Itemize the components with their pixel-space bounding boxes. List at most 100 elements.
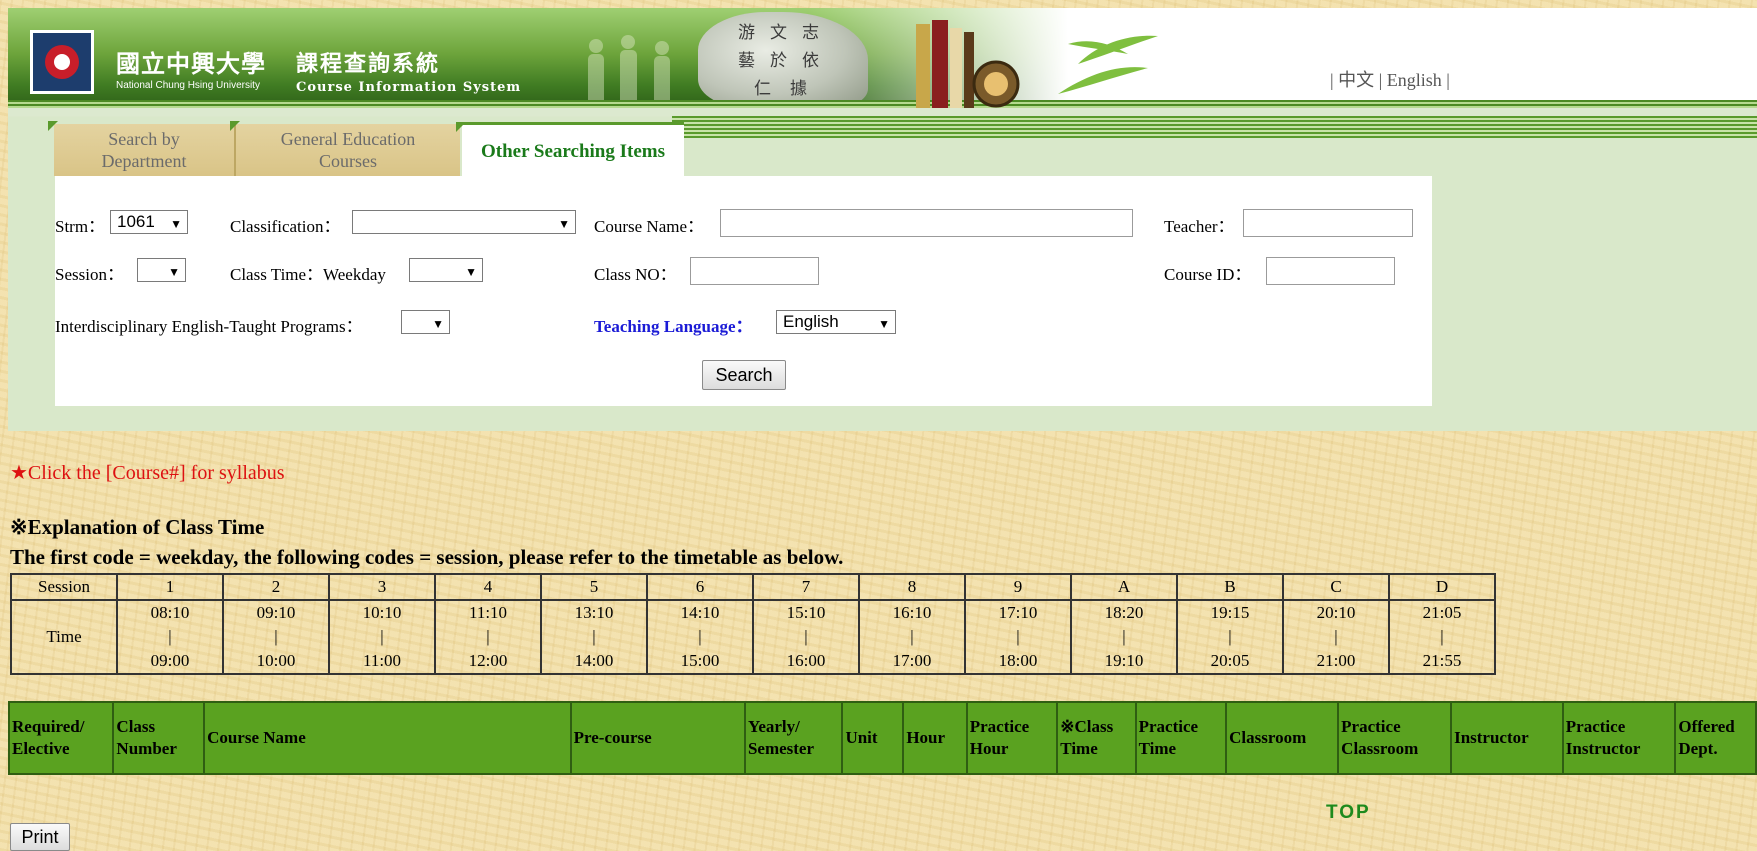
results-column-header: Classroom [1225, 701, 1340, 775]
school-name-en: National Chung Hsing University [116, 80, 260, 91]
timetable-time-row: Time 08:10 | 09:00 09:10 | 10:00 10:10 | 11:00 11… [10, 599, 1496, 675]
course-name-input[interactable] [720, 209, 1133, 237]
session-code-cell: 1 [116, 573, 224, 601]
teacher-label: Teacher： [1164, 217, 1235, 236]
session-header: Session [10, 573, 118, 601]
lang-english-link[interactable]: English [1387, 70, 1442, 90]
session-code-cell: 8 [858, 573, 966, 601]
column-header-line: ※Class [1060, 717, 1114, 736]
session-time-cell: 14:10 | 15:00 [646, 599, 754, 675]
time-end: 15:00 [680, 651, 720, 670]
lang-separator: | [1330, 70, 1334, 90]
time-start: 09:10 [256, 603, 296, 622]
students-silhouette-icon [588, 35, 670, 108]
strm-select[interactable]: 1061 [110, 210, 188, 234]
lang-separator: | [1378, 70, 1383, 90]
results-column-header: Unit [841, 701, 905, 775]
results-column-header: Practice Instructor [1561, 701, 1677, 775]
time-start: 21:05 [1422, 603, 1462, 622]
time-end: 20:05 [1210, 651, 1250, 670]
lang-chinese-link[interactable]: 中文 [1338, 70, 1374, 90]
session-code-cell: D [1388, 573, 1496, 601]
course-results-table: Required/Elective Class Number Course Name P… [7, 701, 1757, 775]
session-time-cell: 21:05 | 21:55 [1388, 599, 1496, 675]
results-column-header: Yearly/Semester [743, 701, 844, 775]
time-header: Time [10, 599, 118, 675]
print-button[interactable]: Print [10, 823, 70, 851]
results-header-row: Required/Elective Class Number Course Name P… [7, 701, 1757, 775]
language-switcher: | 中文 | English | [1330, 66, 1450, 92]
results-column-header: Pre-course [569, 701, 746, 775]
top-link[interactable]: TOP [1326, 802, 1371, 824]
time-start: 08:10 [150, 603, 190, 622]
time-start: 17:10 [998, 603, 1038, 622]
time-end: 21:00 [1316, 651, 1356, 670]
weekday-select[interactable] [409, 258, 483, 282]
session-code-cell: 7 [752, 573, 860, 601]
time-end: 21:55 [1422, 651, 1462, 670]
results-column-header: Practice Time [1134, 701, 1228, 775]
time-separator: | [1334, 627, 1338, 646]
session-time-cell: 13:10 | 14:00 [540, 599, 648, 675]
teacher-input[interactable] [1243, 209, 1413, 237]
column-header-line: Practice [1341, 717, 1401, 736]
search-button[interactable]: Search [702, 360, 786, 390]
column-header-line: Course Name [207, 728, 306, 747]
syllabus-hint: ★Click the [Course#] for syllabus [10, 462, 285, 484]
time-end: 12:00 [468, 651, 508, 670]
results-column-header: Required/Elective [7, 701, 115, 775]
column-header-line: Required/ [12, 717, 85, 736]
university-logo-icon[interactable] [30, 30, 94, 94]
time-separator: | [1440, 627, 1444, 646]
class-no-input[interactable] [690, 257, 819, 285]
session-code-cell: 4 [434, 573, 542, 601]
tab-other-searching-items[interactable]: Other Searching Items [456, 122, 684, 178]
time-start: 11:10 [468, 603, 508, 622]
system-name-cn: 課程查詢系統 [296, 51, 441, 77]
column-header-line: Practice [1138, 717, 1199, 736]
session-time-cell: 20:10 | 21:00 [1282, 599, 1390, 675]
interdisciplinary-select[interactable] [401, 310, 450, 334]
column-header-line: Dept. [1678, 739, 1718, 758]
teaching-language-select[interactable]: English [776, 310, 896, 334]
class-time-label: Class Time：Weekday [230, 265, 386, 284]
time-separator: | [910, 627, 914, 646]
course-id-input[interactable] [1266, 257, 1395, 285]
time-end: 19:10 [1104, 651, 1144, 670]
session-code-cell: 2 [222, 573, 330, 601]
column-header-line: Practice [969, 717, 1030, 736]
time-end: 17:00 [892, 651, 932, 670]
time-start: 16:10 [892, 603, 932, 622]
session-time-cell: 10:10 | 11:00 [328, 599, 436, 675]
tab-bar: Search by Department General Education Cou… [8, 108, 1757, 178]
time-separator: | [1122, 627, 1126, 646]
column-header-line: Offered [1678, 717, 1735, 736]
results-column-header: Hour [902, 701, 968, 775]
column-header-line: Number [116, 739, 177, 758]
tab-general-education-courses[interactable]: General Education Courses [230, 121, 460, 176]
column-header-line: Instructor [1565, 739, 1641, 758]
interdisciplinary-label: Interdisciplinary English-Taught Program… [55, 317, 363, 336]
strm-label: Strm： [55, 217, 106, 236]
stone-char: 於 [770, 51, 787, 71]
class-no-label: Class NO： [594, 265, 677, 284]
session-code-cell: A [1070, 573, 1178, 601]
results-column-header: Practice Classroom [1337, 701, 1453, 775]
session-time-cell: 15:10 | 16:00 [752, 599, 860, 675]
tab-search-by-department[interactable]: Search by Department [48, 121, 234, 176]
session-code-cell: C [1282, 573, 1390, 601]
results-column-header: Instructor [1450, 701, 1564, 775]
explanation-text: The first code = weekday, the following … [10, 545, 844, 569]
session-select[interactable] [137, 258, 186, 282]
time-separator: | [698, 627, 702, 646]
time-separator: | [1228, 627, 1232, 646]
time-end: 10:00 [256, 651, 296, 670]
tab-label: Courses [319, 151, 377, 171]
column-header-line: Unit [845, 728, 878, 747]
time-separator: | [274, 627, 278, 646]
classification-select[interactable] [352, 210, 576, 234]
explanation-title: ※Explanation of Class Time [10, 515, 265, 539]
stone-char: 志 [802, 23, 819, 43]
search-form: Strm： 1061 Classification： Course Name： … [55, 176, 1432, 406]
time-separator: | [592, 627, 596, 646]
